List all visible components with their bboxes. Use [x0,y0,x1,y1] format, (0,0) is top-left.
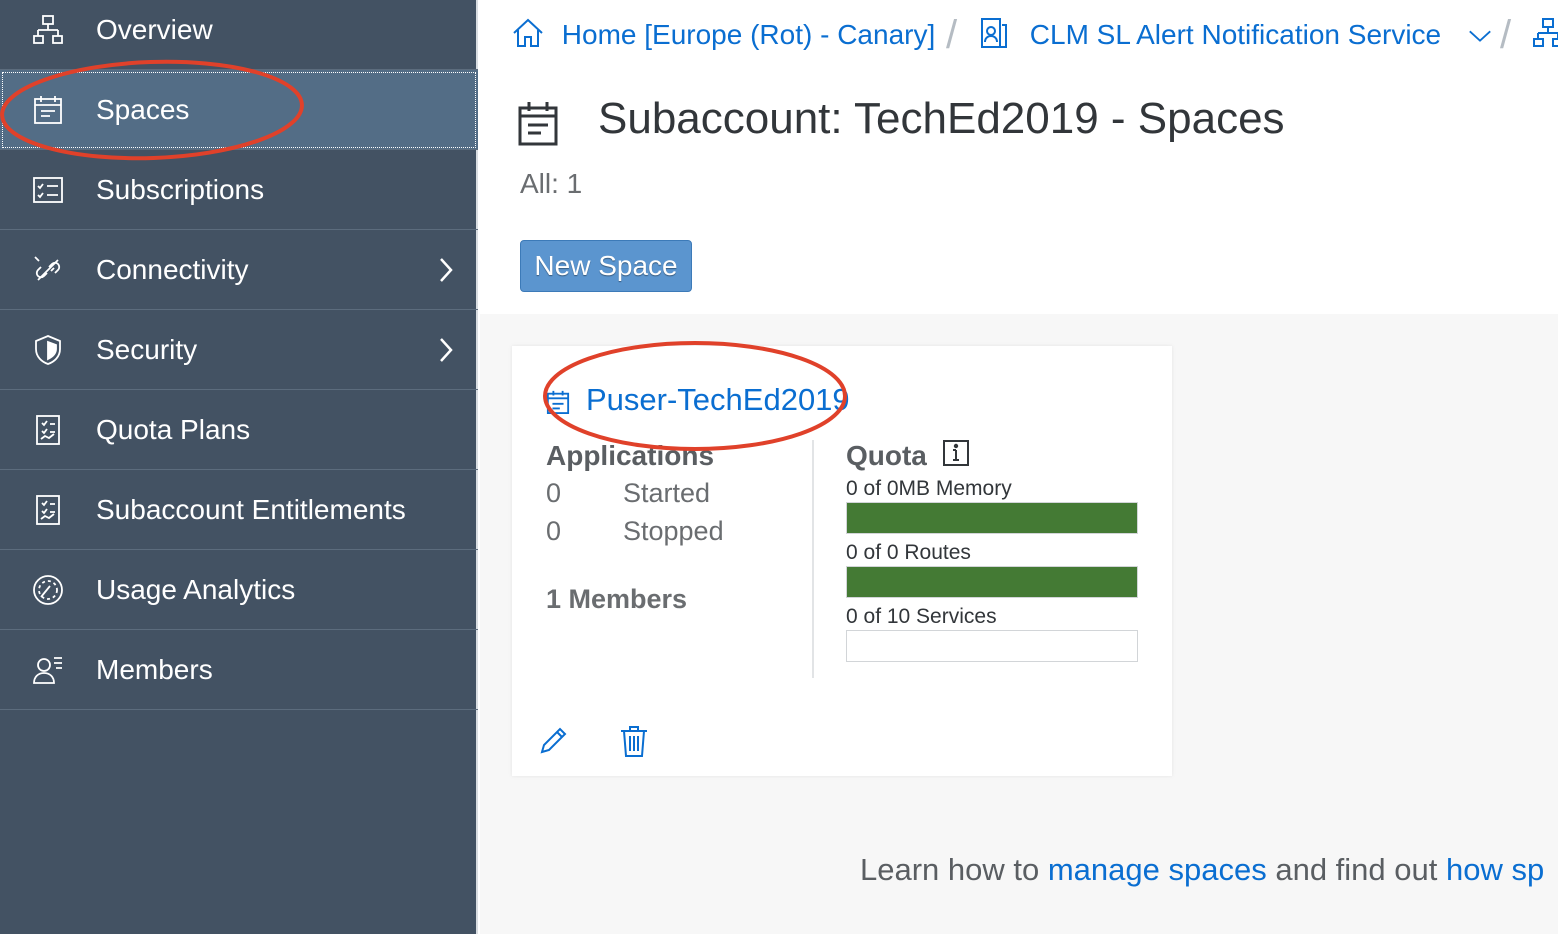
started-count: 0 [546,478,562,508]
sidebar-item-subaccount-entitlements[interactable]: Subaccount Entitlements [0,470,478,550]
document-chart-icon [32,494,64,526]
chevron-down-icon[interactable] [1467,23,1493,49]
delete-icon[interactable] [618,724,650,763]
page-header: Home [Europe (Rot) - Canary] / CLM SL Al… [480,0,1558,314]
global-account-icon [981,18,1007,48]
home-icon [513,18,543,47]
sidebar-item-label: Spaces [96,94,190,125]
sidebar-item-label: Connectivity [96,254,249,285]
shield-icon [32,334,64,366]
breadcrumb-home-label: Home [Europe (Rot) - Canary] [561,19,936,50]
sidebar-item-label: Overview [96,14,213,45]
quota-routes-label: 0 of 0 Routes [846,541,971,564]
manage-spaces-link[interactable]: manage spaces [1048,852,1267,887]
sidebar-item-usage-analytics[interactable]: Usage Analytics [0,550,478,630]
checklist-icon [32,174,64,206]
quota-memory-bar [846,502,1138,534]
sidebar-item-label: Subscriptions [96,174,265,205]
calendar-icon [518,100,558,151]
person-list-icon [32,654,64,686]
help-text: Learn how to manage spaces and find out … [860,852,1544,888]
calendar-icon [546,388,570,421]
breadcrumb-subaccount[interactable] [1532,0,1558,70]
page-title: Subaccount: TechEd2019 - Spaces [598,94,1285,143]
stopped-count: 0 [546,516,562,546]
sidebar-item-spaces[interactable]: Spaces [0,70,478,150]
sidebar-item-label: Security [96,334,198,365]
space-name-link[interactable]: Puser-TechEd2019 [586,382,850,418]
breadcrumb-global-account-label: CLM SL Alert Notification Service [1029,19,1442,50]
org-chart-icon [32,14,64,46]
new-space-button[interactable]: New Space [520,240,692,292]
members-count: 1 Members [546,584,688,614]
quota-services-label: 0 of 10 Services [846,605,997,628]
sidebar-item-connectivity[interactable]: Connectivity [0,230,478,310]
help-text-part: Learn how to [860,852,1048,887]
breadcrumb-global-account[interactable]: CLM SL Alert Notification Service [978,0,1493,70]
applications-title: Applications [546,440,715,471]
quota-memory-fill [847,503,1137,533]
sidebar: Overview Spaces Subscriptions Connectivi… [0,0,478,934]
sidebar-item-subscriptions[interactable]: Subscriptions [0,150,478,230]
quota-routes-fill [847,567,1137,597]
space-count: All: 1 [520,168,583,199]
sidebar-item-security[interactable]: Security [0,310,478,390]
stopped-label: Stopped [623,516,724,546]
sidebar-item-quota-plans[interactable]: Quota Plans [0,390,478,470]
sidebar-item-label: Usage Analytics [96,574,296,605]
divider [812,440,814,678]
org-chart-icon [1533,18,1558,47]
spaces-content: Puser-TechEd2019 Applications 0 Started … [480,314,1558,934]
breadcrumb-home[interactable]: Home [Europe (Rot) - Canary] [512,0,935,70]
info-icon[interactable] [943,440,969,471]
quota-title: Quota [846,440,927,471]
sidebar-item-overview[interactable]: Overview [0,0,478,70]
chevron-right-icon[interactable] [432,336,460,364]
breadcrumb-separator: / [1500,13,1512,57]
breadcrumb-separator: / [946,13,958,57]
sidebar-item-label: Members [96,654,213,685]
chevron-right-icon[interactable] [432,256,460,284]
sidebar-item-members[interactable]: Members [0,630,478,710]
how-spaces-link[interactable]: how sp [1446,852,1544,887]
space-card: Puser-TechEd2019 Applications 0 Started … [512,346,1172,776]
help-text-part: and find out [1266,852,1446,887]
disconnected-link-icon [32,254,64,286]
quota-services-bar [846,630,1138,662]
sidebar-item-label: Subaccount Entitlements [96,494,406,525]
sidebar-item-label: Quota Plans [96,414,251,445]
gauge-icon [32,574,64,606]
started-label: Started [623,478,711,508]
document-chart-icon [32,414,64,446]
quota-memory-label: 0 of 0MB Memory [846,477,1012,500]
quota-routes-bar [846,566,1138,598]
edit-icon[interactable] [538,724,570,761]
calendar-icon [32,94,64,126]
